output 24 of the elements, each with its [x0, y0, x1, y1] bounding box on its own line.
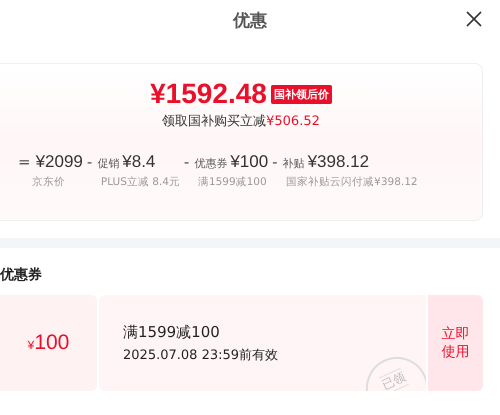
coupon-amount: ¥100: [28, 331, 70, 355]
breakdown-note: 京东价: [32, 175, 66, 189]
operator-sign: -: [272, 153, 278, 171]
saving-text: 领取国补购买立减¥506.52: [162, 113, 320, 130]
operator-sign: -: [86, 153, 92, 171]
breakdown-amount: ¥100: [230, 152, 268, 172]
operator-sign: =: [18, 153, 31, 171]
coupon-validity: 2025.07.08 23:59前有效: [123, 346, 280, 364]
breakdown-label: 促销: [97, 156, 120, 171]
coupon-condition: 满1599减100: [123, 322, 221, 342]
breakdown-amount: ¥8.4: [122, 152, 156, 172]
breakdown-amount: ¥398.12: [308, 152, 370, 172]
breakdown-label: 补贴: [282, 156, 305, 171]
breakdown-note: 国家补贴云闪付减¥398.12: [286, 175, 418, 189]
use-now-button[interactable]: 立即使用: [428, 295, 483, 391]
breakdown-note: 满1599减100: [198, 175, 268, 189]
final-price: ¥1592.48: [150, 78, 267, 110]
breakdown-note: PLUS立减 8.4元: [100, 175, 180, 189]
dialog-title: 优惠: [233, 10, 267, 32]
breakdown-label: 优惠券: [194, 156, 228, 171]
operator-sign: -: [184, 153, 190, 171]
close-icon[interactable]: [466, 11, 482, 27]
breakdown-amount: ¥2099: [36, 152, 83, 172]
price-tag: 国补领后价: [270, 84, 332, 104]
